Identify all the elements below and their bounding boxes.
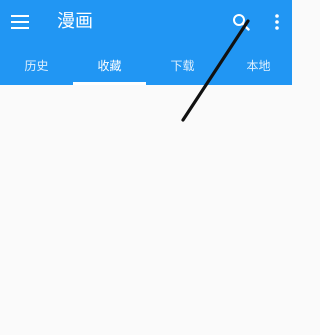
annotation-stroke [181, 19, 250, 122]
